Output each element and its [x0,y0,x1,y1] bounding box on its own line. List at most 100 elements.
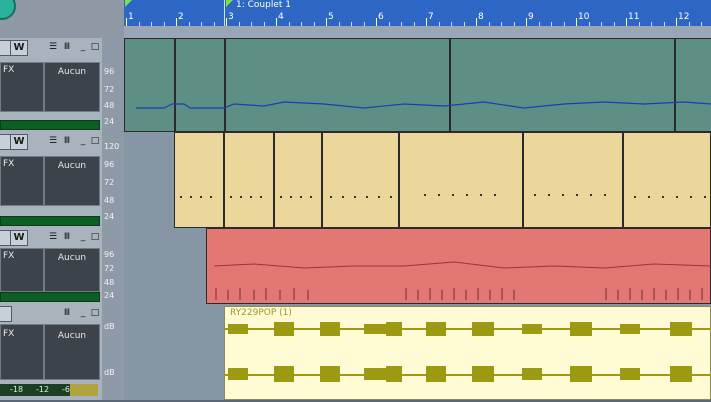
track-header-2[interactable]: W ☰ Ⅲ _ □ FX Aucun 120 96 72 48 24 [0,132,124,230]
bar-tick [276,18,277,26]
insert-label: Aucun [57,253,87,263]
fx-slot[interactable]: FX [0,156,44,206]
meter-tick-label: -18 [10,385,24,394]
track-lane-2[interactable] [124,132,711,230]
maximize-icon[interactable]: □ [90,307,100,319]
scale-label: 24 [104,117,115,126]
insert-slot[interactable]: Aucun [44,324,100,380]
insert-slot[interactable]: Aucun [44,156,100,206]
bar-tick [576,18,577,26]
bar-tick [326,18,327,26]
scale-label: 120 [104,142,120,151]
bar-number-label: 6 [378,12,384,22]
scale-label: 24 [104,291,115,300]
fx-label: FX [3,329,15,339]
scale-label: 24 [104,212,115,221]
bar-number-label: 7 [428,12,434,22]
bar-number-label: 8 [478,12,484,22]
bar-tick [426,18,427,26]
meter-peak-segment [70,384,98,396]
timeline-ruler[interactable]: 1 2 3 4 5 6 7 8 9 10 11 12 [124,0,711,26]
scale-label: 72 [104,85,115,94]
write-automation-button[interactable]: W [10,40,28,56]
fx-slot[interactable]: FX [0,324,44,380]
minimize-icon[interactable]: _ [78,41,88,53]
marker-flag-icon[interactable] [226,0,233,7]
scale-label: 48 [104,101,115,110]
bar-number-label: 5 [328,12,334,22]
eq-icon[interactable]: ☰ [48,231,58,243]
fx-label: FX [3,251,15,261]
velocity-scale: 120 96 72 48 24 [102,132,124,228]
columns-icon[interactable]: Ⅲ [62,231,72,243]
minimize-icon[interactable]: _ [78,231,88,243]
fx-slot[interactable]: FX [0,62,44,112]
columns-icon[interactable]: Ⅲ [62,135,72,147]
bar-tick [626,18,627,26]
eq-icon[interactable]: ☰ [48,135,58,147]
insert-slot[interactable]: Aucun [44,62,100,112]
bar-tick [376,18,377,26]
track-lane-1[interactable] [124,38,711,134]
columns-icon[interactable]: Ⅲ [62,41,72,53]
scale-label: 72 [104,178,115,187]
track-header-3[interactable]: W ☰ Ⅲ _ □ FX Aucun 96 72 48 24 [0,228,124,306]
scale-label: 96 [104,250,115,259]
knob-icon[interactable] [0,0,16,20]
eq-icon[interactable]: ☰ [48,41,58,53]
bar-tick [126,18,127,26]
bar-number-label: 1 [128,12,134,22]
velocity-scale: 96 72 48 24 [102,228,124,304]
scale-label: dB [104,322,115,331]
track-header-top-strip [0,0,124,39]
columns-icon[interactable]: Ⅲ [62,307,72,319]
meter-tick-label: -12 [36,385,50,394]
maximize-icon[interactable]: □ [90,231,100,243]
write-automation-button[interactable]: W [10,230,28,246]
record-arm-button[interactable] [0,306,12,322]
fx-label: FX [3,159,15,169]
bar-number-label: 2 [178,12,184,22]
scale-label: 48 [104,278,115,287]
master-level-meter: -18 -12 -6 [0,384,98,396]
write-automation-button[interactable]: W [10,134,28,150]
bar-number-label: 11 [628,12,640,22]
midi-notes-line [136,101,711,109]
scale-label: 96 [104,67,115,76]
velocity-scale: 96 72 48 24 [102,38,124,132]
minimize-icon[interactable]: _ [78,135,88,147]
bar-tick [676,18,677,26]
bar-tick [176,18,177,26]
bar-number-label: 4 [278,12,284,22]
insert-label: Aucun [57,161,87,171]
db-scale: dB dB [102,304,124,400]
marker-line [224,0,225,26]
bar-number-label: 10 [578,12,590,22]
start-marker-flag-icon[interactable] [125,0,132,7]
bar-number-label: 3 [228,12,234,22]
scale-label: 72 [104,264,115,273]
scale-label: 96 [104,160,115,169]
bar-tick [226,18,227,26]
fx-slot[interactable]: FX [0,248,44,292]
bar-number-label: 9 [528,12,534,22]
scale-label: dB [104,368,115,377]
level-meter [0,292,100,302]
insert-slot[interactable]: Aucun [44,248,100,292]
bar-tick [476,18,477,26]
audio-clip-name: RY229POP (1) [230,308,292,318]
insert-label: Aucun [57,67,87,77]
maximize-icon[interactable]: □ [90,41,100,53]
insert-label: Aucun [57,331,87,341]
minimize-icon[interactable]: _ [78,307,88,319]
audio-waveform [224,322,711,382]
track-lane-4[interactable] [124,304,711,402]
bar-number-label: 12 [678,12,690,22]
track-header-1[interactable]: W ☰ Ⅲ _ □ FX Aucun 96 72 48 24 [0,38,124,134]
maximize-icon[interactable]: □ [90,135,100,147]
track-lane-3[interactable] [124,228,711,306]
fx-label: FX [3,65,15,75]
midi-notes-red [213,261,711,300]
bar-tick [526,18,527,26]
marker-label[interactable]: 1: Couplet 1 [236,0,291,10]
